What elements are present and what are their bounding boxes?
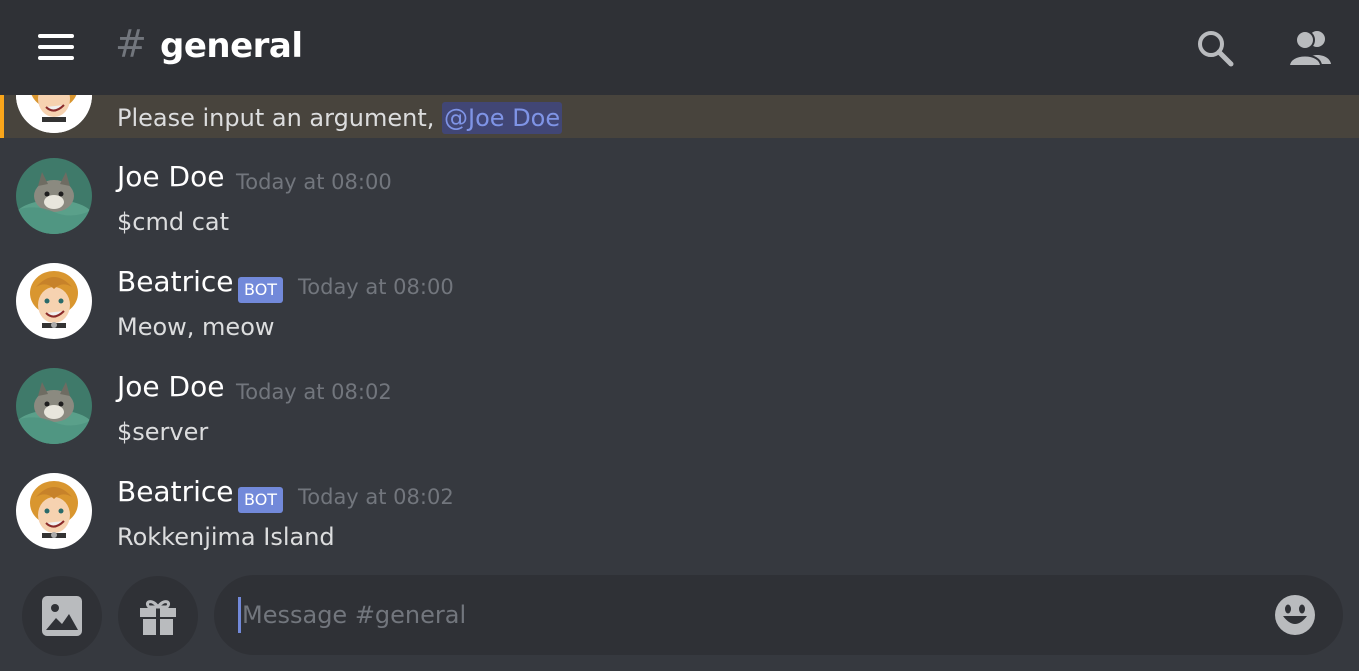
- members-icon[interactable]: [1287, 28, 1333, 68]
- channel-title: general: [160, 26, 303, 66]
- message-timestamp: Today at 08:02: [236, 380, 392, 404]
- mention-highlight-bar: [0, 95, 4, 138]
- message-author[interactable]: Beatrice: [117, 475, 233, 508]
- gift-icon[interactable]: [118, 576, 198, 656]
- message-item: Joe Doe Today at 08:00 $cmd cat: [0, 158, 1359, 263]
- message-item: Joe Doe Today at 08:02 $server: [0, 368, 1359, 473]
- message-author[interactable]: Joe Doe: [117, 160, 224, 193]
- emoji-icon[interactable]: [1274, 594, 1316, 636]
- composer-bar: [0, 566, 1359, 671]
- message-timestamp: Today at 08:02: [298, 485, 454, 509]
- channel-header: # general: [0, 0, 1359, 95]
- channel-hash-icon: #: [115, 22, 147, 66]
- message-timestamp: Today at 08:00: [298, 275, 454, 299]
- mention-message-text: Please input an argument,: [117, 104, 443, 132]
- message-composer[interactable]: [214, 575, 1343, 655]
- beatrice-avatar[interactable]: [16, 473, 92, 549]
- hamburger-menu-icon[interactable]: [38, 34, 74, 60]
- mention-message-row: Please input an argument, @Joe Doe: [0, 95, 1359, 138]
- message-author[interactable]: Joe Doe: [117, 370, 224, 403]
- message-content: Rokkenjima Island: [117, 523, 335, 551]
- cat-avatar[interactable]: [16, 368, 92, 444]
- beatrice-avatar[interactable]: [16, 263, 92, 339]
- message-content: $cmd cat: [117, 208, 230, 236]
- mention-message-content: Please input an argument, @Joe Doe: [117, 102, 563, 134]
- bot-badge: BOT: [238, 487, 284, 513]
- message-content: Meow, meow: [117, 313, 275, 341]
- image-icon[interactable]: [22, 576, 102, 656]
- text-cursor: [238, 597, 241, 633]
- beatrice-avatar[interactable]: [16, 95, 92, 133]
- message-input[interactable]: [242, 575, 1242, 655]
- search-icon[interactable]: [1195, 28, 1235, 68]
- message-author[interactable]: Beatrice: [117, 265, 233, 298]
- message-item: Beatrice BOT Today at 08:02 Rokkenjima I…: [0, 473, 1359, 578]
- user-mention-tag[interactable]: @Joe Doe: [442, 102, 563, 134]
- message-timestamp: Today at 08:00: [236, 170, 392, 194]
- message-content: $server: [117, 418, 209, 446]
- message-item: Beatrice BOT Today at 08:00 Meow, meow: [0, 263, 1359, 368]
- cat-avatar[interactable]: [16, 158, 92, 234]
- bot-badge: BOT: [238, 277, 284, 303]
